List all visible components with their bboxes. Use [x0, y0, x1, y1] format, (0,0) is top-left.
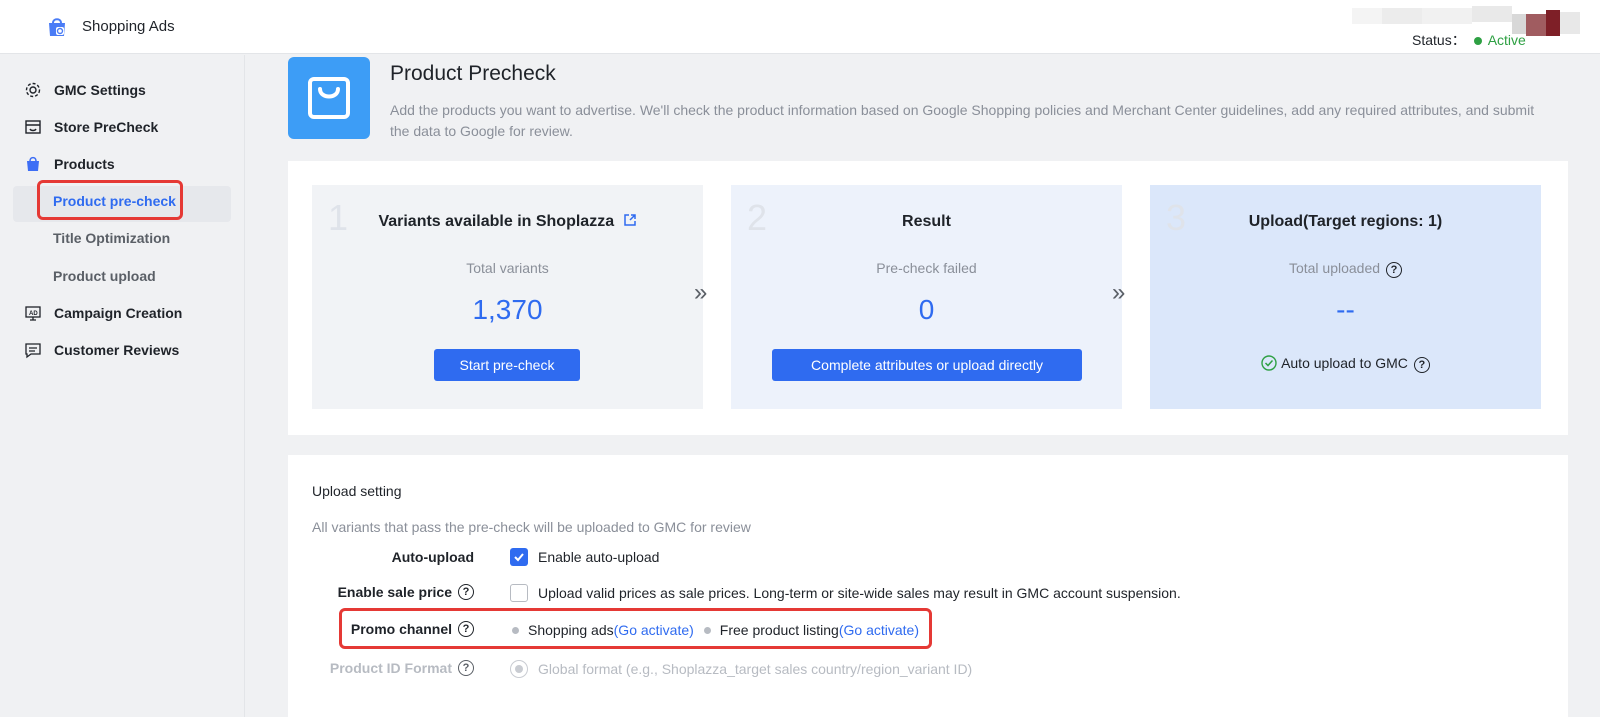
auto-upload-control[interactable]: Enable auto-upload — [510, 548, 659, 566]
product-id-format-label-text: Product ID Format — [329, 660, 452, 676]
highlight-box — [37, 180, 183, 220]
sidebar-item-store-precheck[interactable]: Store PreCheck — [24, 115, 158, 139]
check-circle-icon — [1261, 355, 1277, 371]
sidebar-subitem-title-optimization[interactable]: Title Optimization — [53, 230, 170, 246]
upload-setting-title: Upload setting — [312, 483, 402, 499]
step-subtitle-text: Total uploaded — [1288, 260, 1381, 276]
sale-price-label-text: Enable sale price — [337, 584, 452, 600]
help-icon[interactable]: ? — [458, 584, 474, 600]
page-title: Product Precheck — [390, 62, 556, 85]
status-indicator: Status： Active — [1412, 30, 1526, 50]
precheck-steps-card: 1 Variants available in Shoplazza Total … — [288, 161, 1568, 435]
page-description: Add the products you want to advertise. … — [390, 102, 1535, 139]
sidebar-subitem-product-upload[interactable]: Product upload — [53, 268, 156, 284]
highlight-box — [339, 608, 932, 649]
step-title: Variants available in Shoplazza — [312, 213, 703, 231]
total-variants-value: 1,370 — [472, 294, 543, 325]
shopping-ads-logo-icon — [49, 18, 65, 36]
step-arrow: » — [1112, 279, 1126, 306]
step-upload: 3 Upload(Target regions: 1) Total upload… — [1150, 185, 1541, 409]
status-label: Status： — [1412, 32, 1466, 48]
total-uploaded-value: -- — [1336, 294, 1355, 325]
auto-upload-option: Enable auto-upload — [538, 549, 660, 565]
status-value: Active — [1487, 32, 1526, 48]
help-icon[interactable]: ? — [1386, 262, 1403, 278]
ad-icon: AD — [24, 304, 42, 322]
product-id-format-control: Global format (e.g., Shoplazza_target sa… — [510, 660, 972, 678]
global-format-radio — [510, 660, 528, 678]
shopping-bag-hero-icon — [288, 57, 370, 139]
step-title: Result — [902, 213, 951, 230]
sidebar: GMC Settings Store PreCheck Products Pro… — [0, 55, 245, 717]
step-subtitle: Total uploaded? — [1150, 260, 1541, 278]
global-format-option: Global format (e.g., Shoplazza_target sa… — [538, 661, 973, 677]
sidebar-item-label: Campaign Creation — [54, 305, 183, 321]
step-result: 2 Result Pre-check failed 0 Complete att… — [731, 185, 1122, 409]
auto-upload-note-text: Auto upload to GMC — [1281, 355, 1408, 371]
store-icon — [24, 118, 42, 136]
sidebar-item-products[interactable]: Products — [24, 152, 115, 176]
auto-upload-label: Auto-upload — [391, 549, 474, 565]
upload-setting-card: Upload setting All variants that pass th… — [288, 455, 1568, 717]
sidebar-item-label: Products — [54, 156, 115, 172]
auto-upload-checkbox[interactable] — [510, 548, 528, 566]
help-icon[interactable]: ? — [1413, 357, 1430, 373]
sidebar-item-customer-reviews[interactable]: Customer Reviews — [24, 338, 179, 362]
sidebar-item-gmc-settings[interactable]: GMC Settings — [24, 78, 146, 102]
step-title-text: Variants available in Shoplazza — [378, 213, 615, 230]
sidebar-item-label: Customer Reviews — [54, 342, 180, 358]
help-icon[interactable]: ? — [458, 660, 474, 676]
step-variants: 1 Variants available in Shoplazza Total … — [312, 185, 703, 409]
gear-icon — [24, 81, 42, 99]
external-link-icon[interactable] — [623, 213, 637, 227]
sidebar-item-label: Store PreCheck — [54, 119, 159, 135]
auto-upload-note: Auto upload to GMC? — [1150, 355, 1541, 373]
sidebar-item-label: GMC Settings — [54, 82, 146, 98]
precheck-failed-value: 0 — [918, 294, 935, 325]
app-title: Shopping Ads — [82, 18, 175, 35]
sidebar-item-campaign-creation[interactable]: AD Campaign Creation — [24, 301, 182, 325]
status-dot — [1473, 36, 1482, 45]
top-bar: Shopping Ads Status： Active — [0, 0, 1600, 54]
sale-price-control[interactable]: Upload valid prices as sale prices. Long… — [510, 584, 1181, 602]
message-icon — [24, 341, 42, 359]
svg-text:AD: AD — [29, 311, 38, 317]
sale-price-checkbox[interactable] — [510, 584, 528, 602]
complete-attributes-button[interactable]: Complete attributes or upload directly — [772, 349, 1082, 381]
start-pre-check-button[interactable]: Start pre-check — [434, 349, 580, 381]
shopping-bag-icon — [24, 155, 42, 173]
step-title: Upload(Target regions: 1) — [1248, 213, 1443, 230]
product-id-format-label: Product ID Format? — [330, 660, 474, 676]
step-subtitle: Pre-check failed — [876, 260, 977, 276]
step-subtitle: Total variants — [466, 260, 549, 276]
upload-setting-description: All variants that pass the pre-check wil… — [312, 519, 751, 535]
step-arrow: » — [694, 279, 708, 306]
sale-price-option: Upload valid prices as sale prices. Long… — [538, 585, 1181, 601]
sale-price-label: Enable sale price? — [338, 584, 474, 600]
